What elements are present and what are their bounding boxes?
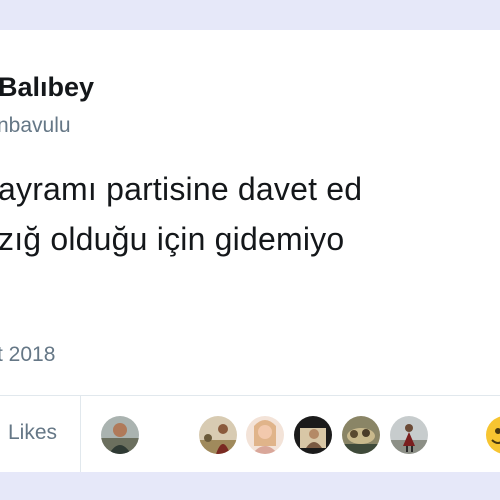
liker-avatar-2[interactable]	[199, 416, 237, 454]
liker-avatar-1[interactable]	[101, 416, 139, 454]
tweet-date[interactable]: t 2018	[0, 343, 55, 367]
liker-avatar-7[interactable]	[486, 416, 500, 454]
tweet-stats: Likes	[0, 396, 500, 472]
person-field-avatar-icon	[199, 416, 237, 454]
person-landscape-avatar-icon	[390, 416, 428, 454]
author-name[interactable]: Balıbey	[0, 72, 94, 103]
tweet-card: Balıbey nbavulu ayramı partisine davet e…	[0, 30, 500, 472]
stats-divider	[80, 396, 81, 472]
liker-avatar-5[interactable]	[342, 416, 380, 454]
emoji-avatar-icon	[486, 416, 500, 454]
liker-avatar-6[interactable]	[390, 416, 428, 454]
liker-avatar-3[interactable]	[246, 416, 284, 454]
tweet-text-line: zığ olduğu için gidemiyo	[0, 221, 345, 257]
person-dark-avatar-icon	[294, 416, 332, 454]
likes-count-link[interactable]: Likes	[8, 421, 57, 445]
person-outdoor-avatar-icon	[101, 416, 139, 454]
liker-avatar-4[interactable]	[294, 416, 332, 454]
group-photo-avatar-icon	[342, 416, 380, 454]
tweet-text-line: ayramı partisine davet ed	[0, 171, 363, 207]
person-portrait-avatar-icon	[246, 416, 284, 454]
author-handle[interactable]: nbavulu	[0, 114, 71, 138]
